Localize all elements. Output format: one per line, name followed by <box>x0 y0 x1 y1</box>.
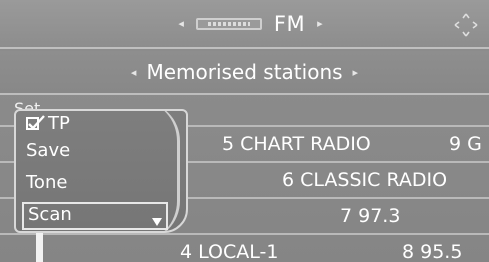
list-prev-arrow[interactable]: ◂ <box>131 66 137 79</box>
menu-item-label: Tone <box>26 172 68 193</box>
station-label: 7 97.3 <box>340 205 401 227</box>
station-label: 4 LOCAL-1 <box>180 241 279 262</box>
radio-display-icon <box>195 17 262 30</box>
menu-item-save[interactable]: Save <box>26 140 70 161</box>
station-row[interactable]: 4 LOCAL-1 8 95.5 <box>0 233 489 262</box>
band-prev-arrow[interactable]: ◂ <box>178 17 184 30</box>
menu-item-label: TP <box>48 113 70 134</box>
station-label: 6 CLASSIC RADIO <box>282 169 448 191</box>
list-title-selector[interactable]: ◂ Memorised stations ▸ <box>131 60 358 84</box>
menu-item-scan[interactable]: Scan <box>22 202 168 230</box>
header-bar: ◂ FM ▸ <box>0 0 489 49</box>
station-frequency: 9 G <box>449 133 482 155</box>
context-menu: TP Save Tone Scan <box>14 109 188 233</box>
menu-item-tp[interactable]: TP <box>26 113 70 134</box>
check-icon <box>26 114 45 130</box>
navigation-diamond-icon[interactable] <box>453 12 479 38</box>
station-label: 5 CHART RADIO <box>222 133 371 155</box>
band-selector[interactable]: ◂ FM ▸ <box>178 12 322 36</box>
submenu-arrow-icon <box>152 218 162 226</box>
list-next-arrow[interactable]: ▸ <box>353 66 359 79</box>
selection-indicator <box>36 229 43 262</box>
list-title-bar: ◂ Memorised stations ▸ <box>0 51 489 95</box>
menu-item-tone[interactable]: Tone <box>26 172 67 193</box>
list-title: Memorised stations <box>146 60 343 84</box>
menu-item-label: Scan <box>28 204 72 225</box>
menu-item-label: Save <box>26 140 71 161</box>
band-label: FM <box>273 11 306 36</box>
band-next-arrow[interactable]: ▸ <box>317 17 323 30</box>
radio-screen: ◂ FM ▸ ◂ Memorised stations ▸ Set 5 CHAR… <box>0 0 489 262</box>
station-frequency: 8 95.5 <box>402 241 463 262</box>
